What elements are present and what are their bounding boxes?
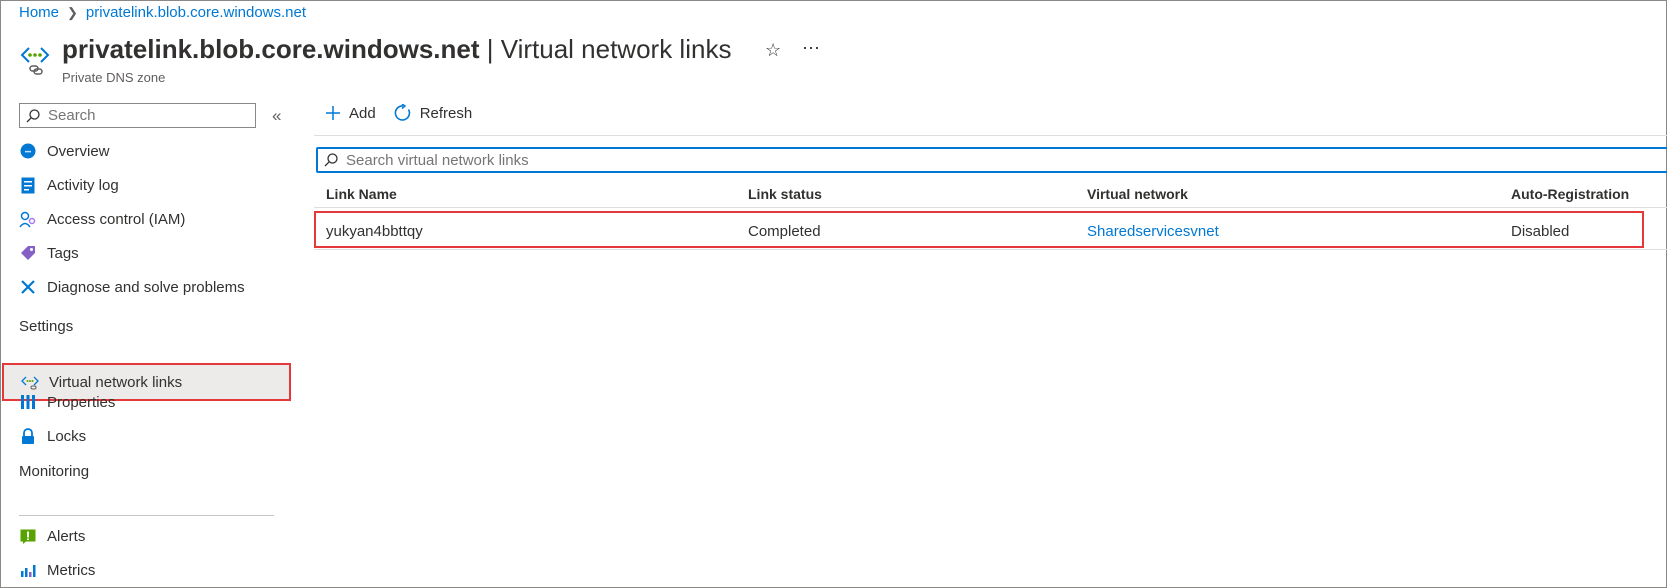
sidebar-item-label: Access control (IAM) bbox=[47, 210, 186, 228]
chevron-right-icon: ❯ bbox=[67, 4, 78, 20]
refresh-button[interactable]: Refresh bbox=[394, 104, 473, 122]
search-icon bbox=[26, 108, 40, 122]
tag-icon bbox=[19, 244, 37, 262]
add-button-label: Add bbox=[349, 104, 376, 122]
sidebar-item-label: Locks bbox=[47, 427, 87, 445]
lock-icon bbox=[19, 427, 37, 445]
private-dns-zone-icon bbox=[20, 47, 50, 75]
plus-icon bbox=[326, 106, 340, 120]
sidebar-item-diagnose[interactable]: Diagnose and solve problems bbox=[19, 272, 289, 302]
metrics-icon bbox=[19, 561, 37, 579]
settings-heading: Settings bbox=[19, 318, 74, 335]
sidebar-item-iam[interactable]: Access control (IAM) bbox=[19, 204, 289, 234]
svg-text:•••: ••• bbox=[25, 150, 31, 156]
breadcrumb: Home ❯ privatelink.blob.core.windows.net bbox=[19, 4, 306, 21]
sidebar-item-properties[interactable]: Properties bbox=[19, 387, 289, 417]
sidebar-item-label: Properties bbox=[47, 393, 116, 411]
sidebar-item-label: Alerts bbox=[47, 527, 86, 545]
refresh-icon bbox=[394, 104, 410, 121]
sidebar-item-metrics[interactable]: Metrics bbox=[19, 555, 289, 585]
cell-auto-registration: Disabled bbox=[1511, 223, 1570, 240]
breadcrumb-current[interactable]: privatelink.blob.core.windows.net bbox=[86, 4, 306, 21]
wrench-icon bbox=[19, 278, 37, 296]
table-search[interactable] bbox=[316, 147, 1667, 173]
ellipsis-icon[interactable]: ⋯ bbox=[802, 38, 821, 59]
column-header-link-name[interactable]: Link Name bbox=[326, 186, 397, 202]
star-icon[interactable]: ☆ bbox=[765, 40, 781, 61]
monitoring-heading: Monitoring bbox=[19, 463, 90, 480]
page-title-suffix: | Virtual network links bbox=[479, 34, 732, 64]
breadcrumb-home[interactable]: Home bbox=[19, 4, 59, 21]
column-header-link-status[interactable]: Link status bbox=[748, 186, 822, 202]
resource-name: privatelink.blob.core.windows.net bbox=[62, 34, 480, 64]
iam-icon bbox=[19, 210, 37, 228]
sidebar-item-overview[interactable]: ••• Overview bbox=[19, 136, 289, 166]
divider bbox=[19, 515, 274, 516]
row-divider bbox=[314, 249, 1667, 250]
cell-link-status: Completed bbox=[748, 223, 821, 240]
cell-link-name: yukyan4bbttqy bbox=[326, 223, 423, 240]
double-chevron-left-icon[interactable]: « bbox=[272, 106, 281, 126]
sidebar-item-label: Overview bbox=[47, 142, 110, 160]
activity-log-icon bbox=[19, 176, 37, 194]
sidebar-item-alerts[interactable]: Alerts bbox=[19, 521, 289, 551]
table-search-input[interactable] bbox=[344, 150, 1248, 170]
properties-icon bbox=[19, 393, 37, 411]
page-title: privatelink.blob.core.windows.net | Virt… bbox=[62, 34, 731, 65]
search-icon bbox=[324, 153, 338, 167]
table-row[interactable] bbox=[314, 211, 1644, 248]
sidebar-search[interactable] bbox=[19, 103, 256, 128]
column-header-auto-registration[interactable]: Auto-Registration bbox=[1511, 186, 1629, 202]
sidebar-item-label: Diagnose and solve problems bbox=[47, 278, 245, 296]
sidebar-item-label: Tags bbox=[47, 244, 79, 262]
sidebar-item-label: Activity log bbox=[47, 176, 119, 194]
command-bar: Add Refresh bbox=[325, 104, 472, 122]
cell-virtual-network-link[interactable]: Sharedservicesvnet bbox=[1087, 223, 1219, 240]
sidebar-item-locks[interactable]: Locks bbox=[19, 421, 289, 451]
alert-icon bbox=[19, 527, 37, 545]
overview-icon: ••• bbox=[19, 142, 37, 160]
sidebar-item-activity-log[interactable]: Activity log bbox=[19, 170, 289, 200]
column-header-virtual-network[interactable]: Virtual network bbox=[1087, 186, 1188, 202]
sidebar-item-tags[interactable]: Tags bbox=[19, 238, 289, 268]
header-divider bbox=[314, 207, 1667, 208]
add-button[interactable]: Add bbox=[325, 105, 376, 122]
refresh-button-label: Refresh bbox=[419, 104, 473, 122]
resource-type-subtitle: Private DNS zone bbox=[62, 70, 166, 85]
toolbar-divider bbox=[314, 135, 1667, 136]
sidebar-search-input[interactable] bbox=[46, 106, 250, 125]
sidebar-item-label: Metrics bbox=[47, 561, 96, 579]
